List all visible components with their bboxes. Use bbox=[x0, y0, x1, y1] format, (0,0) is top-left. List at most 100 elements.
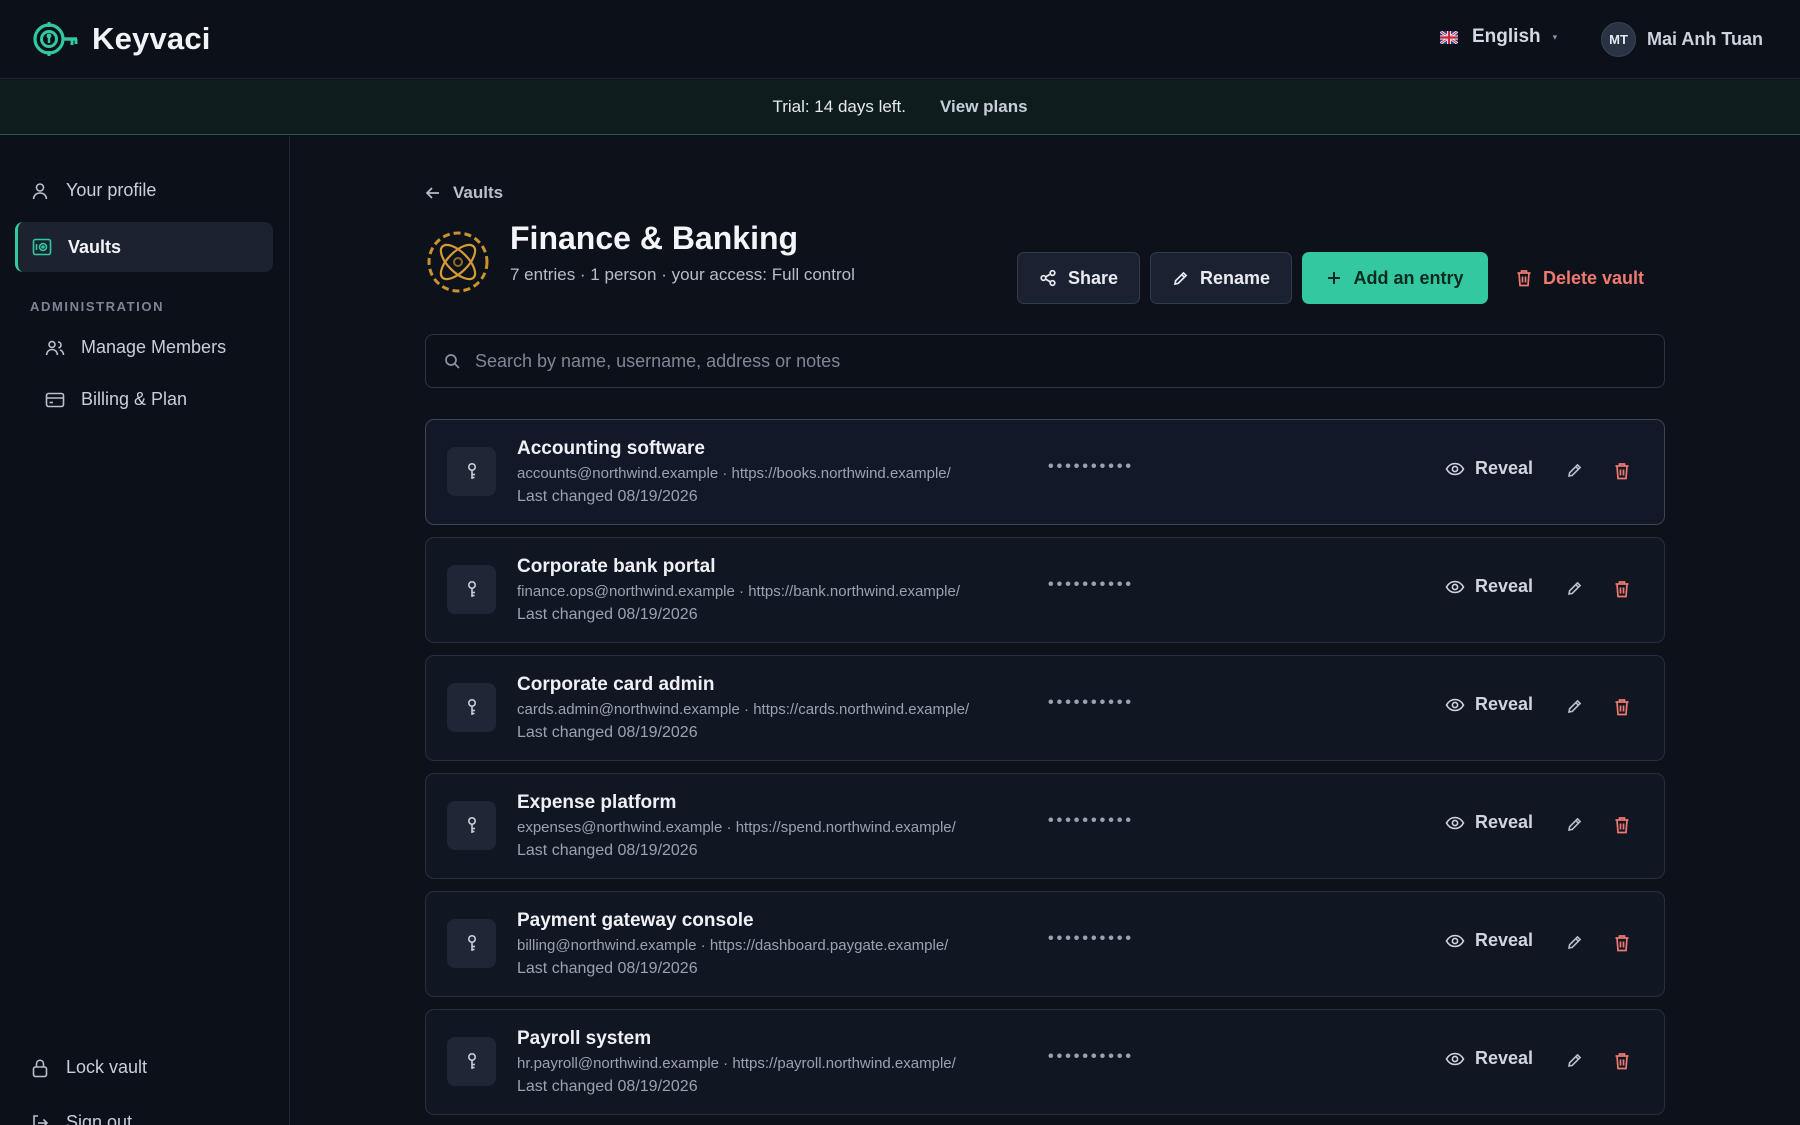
eye-icon bbox=[1445, 698, 1465, 712]
separator: · bbox=[719, 1055, 733, 1072]
entry-details: billing@northwind.example · https://dash… bbox=[517, 937, 948, 954]
language-selector[interactable]: English ▾ bbox=[1440, 26, 1557, 48]
masked-password: •••••••••• bbox=[1048, 458, 1135, 475]
entry-url[interactable]: https://spend.northwind.example/ bbox=[736, 819, 956, 836]
breadcrumb-label: Vaults bbox=[453, 183, 504, 202]
delete-entry-button[interactable] bbox=[1614, 934, 1630, 952]
edit-entry-button[interactable] bbox=[1566, 462, 1583, 479]
eye-icon bbox=[1445, 462, 1465, 476]
entry-name: Expense platform bbox=[517, 792, 677, 813]
vault-meta: 7 entries · 1 person · your access: Full… bbox=[510, 265, 855, 284]
list-item[interactable]: Corporate bank portal finance.ops@northwi… bbox=[425, 537, 1665, 643]
list-item[interactable]: Payment gateway console billing@northwind… bbox=[425, 891, 1665, 997]
brand[interactable]: Keyvaci bbox=[32, 19, 211, 59]
entry-last-changed: Last changed 08/19/2026 bbox=[517, 960, 698, 977]
pencil-icon bbox=[1566, 580, 1583, 597]
lock-vault-button[interactable]: Lock vault bbox=[30, 1057, 147, 1078]
edit-entry-button[interactable] bbox=[1566, 1052, 1583, 1069]
entry-url[interactable]: https://books.northwind.example/ bbox=[732, 465, 951, 482]
entry-username: hr.payroll@northwind.example bbox=[517, 1055, 719, 1072]
avatar: MT bbox=[1601, 22, 1636, 57]
top-bar: Keyvaci English ▾ MT Mai Anh Tuan bbox=[0, 0, 1800, 79]
sidebar-item-billing[interactable]: Billing & Plan bbox=[45, 389, 187, 410]
list-item[interactable]: Payroll system hr.payroll@northwind.examp… bbox=[425, 1009, 1665, 1115]
delete-entry-button[interactable] bbox=[1614, 816, 1630, 834]
entry-name: Accounting software bbox=[517, 438, 705, 459]
trash-icon bbox=[1516, 269, 1532, 287]
search-input[interactable] bbox=[475, 350, 1625, 372]
search-bar bbox=[425, 334, 1665, 388]
reveal-button[interactable]: Reveal bbox=[1445, 694, 1533, 715]
list-item[interactable]: Accounting software accounts@northwind.ex… bbox=[425, 419, 1665, 525]
chevron-down-icon: ▾ bbox=[1552, 31, 1558, 42]
entry-details: accounts@northwind.example · https://boo… bbox=[517, 465, 951, 482]
uk-flag-icon bbox=[1440, 30, 1458, 44]
pencil-icon bbox=[1566, 1052, 1583, 1069]
delete-entry-button[interactable] bbox=[1614, 580, 1630, 598]
share-icon bbox=[1039, 269, 1057, 287]
edit-entry-button[interactable] bbox=[1566, 698, 1583, 715]
pencil-icon bbox=[1566, 934, 1583, 951]
trash-icon bbox=[1614, 934, 1630, 952]
reveal-button[interactable]: Reveal bbox=[1445, 930, 1533, 951]
page-title: Finance & Banking bbox=[510, 220, 799, 256]
key-icon bbox=[447, 919, 496, 968]
key-icon bbox=[447, 801, 496, 850]
eye-icon bbox=[1445, 1052, 1465, 1066]
separator: · bbox=[696, 937, 710, 954]
share-button[interactable]: Share bbox=[1017, 252, 1140, 304]
entry-name: Payroll system bbox=[517, 1028, 652, 1049]
list-item[interactable]: Expense platform expenses@northwind.examp… bbox=[425, 773, 1665, 879]
entry-url[interactable]: https://bank.northwind.example/ bbox=[748, 583, 960, 600]
rename-button[interactable]: Rename bbox=[1150, 252, 1292, 304]
eye-icon bbox=[1445, 934, 1465, 948]
delete-entry-button[interactable] bbox=[1614, 1052, 1630, 1070]
entry-url[interactable]: https://cards.northwind.example/ bbox=[753, 701, 969, 718]
delete-vault-label: Delete vault bbox=[1542, 267, 1645, 288]
sidebar-item-profile[interactable]: Your profile bbox=[30, 180, 156, 201]
entry-url[interactable]: https://dashboard.paygate.example/ bbox=[710, 937, 949, 954]
sidebar-item-manage-members[interactable]: Manage Members bbox=[45, 337, 226, 358]
sidebar-item-label: Billing & Plan bbox=[81, 389, 188, 409]
entry-last-changed: Last changed 08/19/2026 bbox=[517, 488, 698, 505]
trash-icon bbox=[1614, 1052, 1630, 1070]
sidebar-item-label: Vaults bbox=[68, 236, 122, 257]
separator: · bbox=[739, 701, 754, 718]
search-icon bbox=[444, 353, 461, 370]
reveal-label: Reveal bbox=[1475, 576, 1534, 596]
add-entry-button[interactable]: Add an entry bbox=[1302, 252, 1488, 304]
sidebar: Your profile Vaults ADMINISTRATION Manag… bbox=[0, 136, 290, 1125]
delete-vault-button[interactable]: Delete vault bbox=[1498, 252, 1662, 304]
breadcrumb[interactable]: Vaults bbox=[425, 183, 503, 203]
trash-icon bbox=[1614, 816, 1630, 834]
entry-details: finance.ops@northwind.example · https://… bbox=[517, 583, 960, 600]
entry-details: expenses@northwind.example · https://spe… bbox=[517, 819, 956, 836]
reveal-button[interactable]: Reveal bbox=[1445, 576, 1533, 597]
edit-entry-button[interactable] bbox=[1566, 580, 1583, 597]
view-plans-link[interactable]: View plans bbox=[940, 97, 1028, 117]
app-name: Keyvaci bbox=[92, 21, 211, 56]
entry-url[interactable]: https://payroll.northwind.example/ bbox=[732, 1055, 955, 1072]
lock-vault-label: Lock vault bbox=[66, 1057, 148, 1077]
entry-last-changed: Last changed 08/19/2026 bbox=[517, 606, 698, 623]
delete-entry-button[interactable] bbox=[1614, 462, 1630, 480]
sign-out-button[interactable]: Sign out bbox=[30, 1112, 132, 1125]
user-menu[interactable]: MT Mai Anh Tuan bbox=[1601, 22, 1763, 57]
list-item[interactable]: Corporate card admin cards.admin@northwin… bbox=[425, 655, 1665, 761]
add-entry-label: Add an entry bbox=[1353, 267, 1464, 288]
reveal-button[interactable]: Reveal bbox=[1445, 812, 1533, 833]
edit-entry-button[interactable] bbox=[1566, 934, 1583, 951]
entry-name: Corporate bank portal bbox=[517, 556, 716, 577]
edit-entry-button[interactable] bbox=[1566, 816, 1583, 833]
delete-entry-button[interactable] bbox=[1614, 698, 1630, 716]
sign-out-icon bbox=[30, 1113, 50, 1125]
entry-last-changed: Last changed 08/19/2026 bbox=[517, 1078, 698, 1095]
masked-password: •••••••••• bbox=[1048, 694, 1135, 711]
reveal-button[interactable]: Reveal bbox=[1445, 458, 1533, 479]
key-icon bbox=[447, 1037, 496, 1086]
administration-heading: ADMINISTRATION bbox=[30, 299, 165, 314]
reveal-button[interactable]: Reveal bbox=[1445, 1048, 1533, 1069]
rename-label: Rename bbox=[1199, 267, 1271, 288]
sidebar-item-vaults[interactable]: Vaults bbox=[15, 222, 273, 272]
pencil-icon bbox=[1172, 270, 1189, 287]
